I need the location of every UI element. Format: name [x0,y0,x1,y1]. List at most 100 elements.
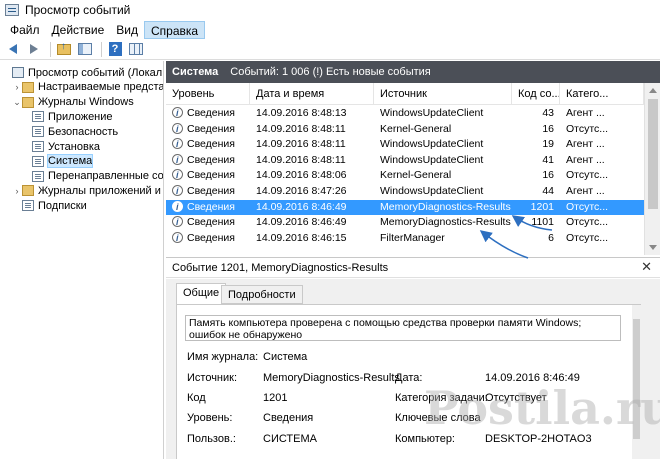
table-row[interactable]: Сведения 14.09.2016 8:46:49 MemoryDiagnost… [166,199,644,216]
menu-bar: Файл Действие Вид Справка [0,20,660,39]
label-log-name: Имя журнала: [187,351,259,363]
menu-view[interactable]: Вид [110,21,144,39]
cell-code: 1101 [531,216,554,229]
tab-details[interactable]: Подробности [221,285,303,304]
column-source[interactable]: Источник [374,83,512,105]
cell-category: Агент ... [566,185,605,197]
info-icon [172,122,183,137]
table-row[interactable]: Сведения 14.09.2016 8:46:15 FilterManager 6… [166,231,644,247]
cell-level: Сведения [172,184,250,199]
info-icon [172,106,183,121]
tree-item[interactable]: Просмотр событий (Локальны [0,65,163,80]
forward-arrow-icon [30,44,38,54]
action-pane-button[interactable] [127,41,145,58]
column-code[interactable]: Код со... [512,83,560,105]
tree-item[interactable]: Установка [0,139,100,154]
cell-category: Агент ... [566,138,605,151]
toolbar-separator [50,41,51,57]
level-text: Сведения [187,185,235,197]
cell-date: 14.09.2016 8:46:15 [256,231,347,244]
cell-date: 14.09.2016 8:48:06 [256,169,347,182]
back-button[interactable] [4,41,22,58]
log-icon [32,170,44,182]
tree-item-label: Приложение [48,110,113,123]
toolbar: ? [0,39,660,60]
label-date: Дата: [395,372,423,384]
console-tree-icon [78,43,92,55]
value-level: Сведения [263,412,314,424]
tree-item[interactable]: › Журналы приложений и сл [0,183,164,198]
tree-item[interactable]: Подписки [0,198,87,213]
help-icon: ? [108,42,122,56]
event-table: Уровень Дата и время Источник Код со... … [166,83,644,255]
level-text: Сведения [187,216,235,229]
table-row[interactable]: Сведения 14.09.2016 8:48:11 WindowsUpdateC… [166,137,644,153]
table-scrollbar[interactable] [644,83,660,255]
cell-category: Агент ... [566,153,605,166]
cell-source: WindowsUpdateClient [380,107,484,119]
cell-category: Отсутс... [566,216,609,229]
expand-icon[interactable]: ⌄ [12,97,22,108]
tree-item[interactable]: Приложение [0,109,113,124]
cell-code: 16 [542,122,554,135]
menu-action[interactable]: Действие [46,21,111,39]
menu-file[interactable]: Файл [4,21,46,39]
tab-general[interactable]: Общие [176,283,227,305]
event-description[interactable]: Память компьютера проверена с помощью ср… [185,315,621,341]
cell-code: 41 [542,153,554,166]
level-text: Сведения [187,200,235,213]
info-icon [172,231,183,246]
scroll-thumb[interactable] [648,99,658,209]
watermark-logo: Postila.ru [424,381,660,435]
column-category[interactable]: Катего... [560,83,644,105]
cell-category: Отсутс... [566,122,609,135]
toolbar-separator [101,41,102,57]
table-row[interactable]: Сведения 14.09.2016 8:47:26 WindowsUpdateC… [166,184,644,200]
table-row[interactable]: Сведения 14.09.2016 8:48:11 Kernel-General… [166,122,644,138]
help-button[interactable]: ? [106,41,124,58]
tree-item-label: Настраиваемые представле [38,81,164,94]
level-text: Сведения [187,122,235,135]
value-log-name: Система [263,351,308,363]
label-source: Источник: [187,372,238,384]
cell-category: Агент ... [566,107,605,119]
level-text: Сведения [187,138,235,151]
tree-item[interactable]: › Настраиваемые представле [0,80,164,95]
forward-button[interactable] [25,41,43,58]
scroll-up-icon[interactable] [649,88,657,93]
table-row[interactable]: Сведения 14.09.2016 8:48:06 Kernel-General… [166,168,644,184]
table-row[interactable]: Сведения 14.09.2016 8:48:11 WindowsUpdateC… [166,153,644,169]
cell-date: 14.09.2016 8:48:11 [256,122,346,135]
cell-code: 44 [542,185,554,197]
tree-item[interactable]: Безопасность [0,124,118,139]
expand-icon[interactable]: › [12,82,22,92]
tree-item[interactable]: Система [0,154,94,169]
table-row[interactable]: Сведения 14.09.2016 8:48:13 WindowsUpdateC… [166,106,644,122]
level-text: Сведения [187,107,235,119]
show-tree-button[interactable] [76,41,94,58]
column-date[interactable]: Дата и время [250,83,374,105]
cell-source: WindowsUpdateClient [380,138,484,151]
expand-icon[interactable]: › [12,186,22,196]
cell-source: Kernel-General [380,122,452,135]
cell-category: Отсутс... [566,169,609,182]
cell-date: 14.09.2016 8:46:49 [256,216,347,229]
tree-item-label: Журналы Windows [38,96,134,109]
label-user: Пользов.: [187,433,236,445]
up-level-button[interactable] [55,41,73,58]
tree-item[interactable]: ⌄ Журналы Windows [0,95,134,110]
tree-item[interactable]: Перенаправленные соб [0,169,163,184]
level-text: Сведения [187,169,235,182]
table-row[interactable]: Сведения 14.09.2016 8:46:49 MemoryDiagnost… [166,215,644,231]
level-text: Сведения [187,231,235,244]
list-header: Система Событий: 1 006 (!) Есть новые со… [166,61,660,83]
cell-date: 14.09.2016 8:47:26 [256,185,347,197]
info-icon [172,137,183,152]
scroll-down-icon[interactable] [649,245,657,250]
info-icon [172,153,183,168]
log-icon [32,141,44,152]
close-icon[interactable]: ✕ [641,259,652,275]
cell-level: Сведения [172,122,250,137]
column-level[interactable]: Уровень [166,83,250,105]
menu-help[interactable]: Справка [144,20,206,39]
